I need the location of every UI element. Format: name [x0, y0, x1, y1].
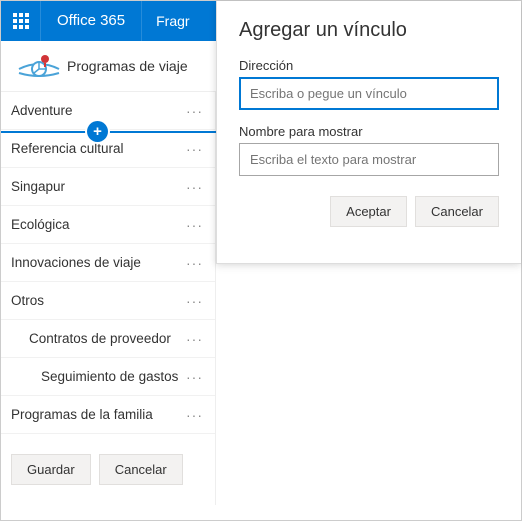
waffle-icon	[13, 13, 29, 29]
site-title[interactable]: Programas de viaje	[67, 58, 188, 74]
nav-item-label: Otros	[11, 293, 184, 308]
more-icon[interactable]: ···	[184, 331, 205, 347]
nav-item-innovaciones[interactable]: Innovaciones de viaje ···	[1, 244, 215, 282]
save-button[interactable]: Guardar	[11, 454, 91, 485]
more-icon[interactable]: ···	[184, 103, 205, 119]
plus-icon: +	[93, 123, 102, 140]
add-link-button[interactable]: +	[87, 121, 108, 142]
ok-button[interactable]: Aceptar	[330, 196, 407, 227]
brand-label[interactable]: Office 365	[41, 1, 142, 41]
address-label: Dirección	[239, 58, 499, 73]
more-icon[interactable]: ···	[184, 141, 205, 157]
nav-item-label: Adventure	[11, 103, 184, 118]
nav-item-singapur[interactable]: Singapur ···	[1, 168, 215, 206]
more-icon[interactable]: ···	[184, 293, 205, 309]
display-name-label: Nombre para mostrar	[239, 124, 499, 139]
nav-item-seguimiento[interactable]: Seguimiento de gastos ···	[1, 358, 215, 396]
more-icon[interactable]: ···	[184, 369, 205, 385]
dialog-cancel-button[interactable]: Cancelar	[415, 196, 499, 227]
nav-footer: Guardar Cancelar	[1, 434, 215, 495]
nav-item-ecologica[interactable]: Ecológica ···	[1, 206, 215, 244]
nav-item-label: Seguimiento de gastos	[41, 369, 184, 384]
nav-item-label: Innovaciones de viaje	[11, 255, 184, 270]
more-icon[interactable]: ···	[184, 217, 205, 233]
nav-item-referencia-cultural[interactable]: Referencia cultural ···	[1, 130, 215, 168]
dialog-footer: Aceptar Cancelar	[239, 196, 499, 227]
display-name-input[interactable]	[239, 143, 499, 176]
nav-item-otros[interactable]: Otros ···	[1, 282, 215, 320]
more-icon[interactable]: ···	[184, 179, 205, 195]
nav-item-familia[interactable]: Programas de la familia ···	[1, 396, 215, 434]
more-icon[interactable]: ···	[184, 255, 205, 271]
cancel-button[interactable]: Cancelar	[99, 454, 183, 485]
add-link-dialog: Agregar un vínculo Dirección Nombre para…	[216, 1, 521, 264]
nav-item-label: Programas de la familia	[11, 407, 184, 422]
address-input[interactable]	[239, 77, 499, 110]
nav-item-label: Ecológica	[11, 217, 184, 232]
globe-pin-icon	[17, 51, 61, 81]
nav-item-adventure[interactable]: Adventure ···	[1, 92, 215, 130]
nav-edit-panel: Adventure ··· Referencia cultural ··· Si…	[1, 92, 216, 505]
site-logo[interactable]	[11, 51, 67, 81]
nav-item-label: Singapur	[11, 179, 184, 194]
nav-tab[interactable]: Fragr	[142, 1, 203, 41]
nav-item-contratos[interactable]: Contratos de proveedor ···	[1, 320, 215, 358]
nav-item-label: Contratos de proveedor	[29, 331, 184, 346]
nav-item-label: Referencia cultural	[11, 141, 184, 156]
more-icon[interactable]: ···	[184, 407, 205, 423]
dialog-title: Agregar un vínculo	[239, 19, 499, 42]
app-launcher-button[interactable]	[1, 1, 41, 41]
